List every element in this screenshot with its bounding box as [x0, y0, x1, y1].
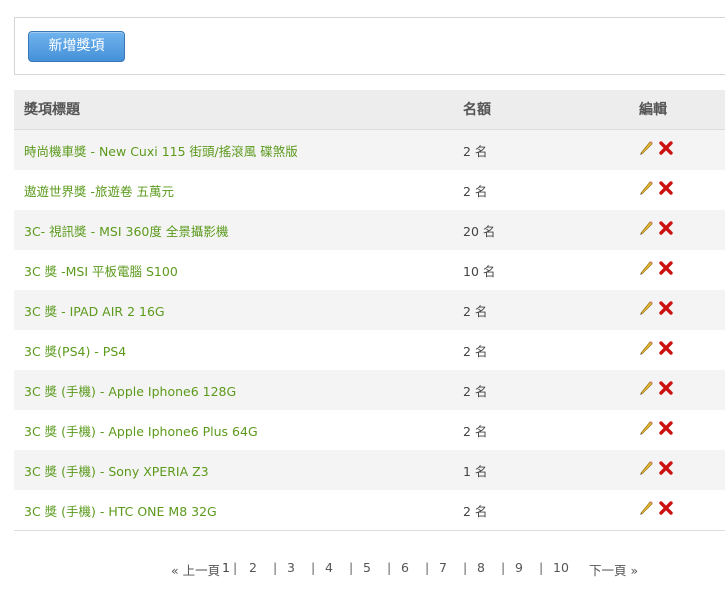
delete-x-icon[interactable]: [658, 420, 674, 436]
prize-title-cell: 3C 獎 (手機) - HTC ONE M8 32G: [24, 490, 217, 534]
delete-x-icon[interactable]: [658, 220, 674, 236]
pencil-icon[interactable]: [638, 180, 654, 196]
pencil-icon[interactable]: [638, 220, 654, 236]
page-link-2[interactable]: 2: [249, 560, 257, 575]
prize-title-cell: 3C 獎(PS4) - PS4: [24, 330, 126, 374]
prize-title-link[interactable]: 3C 獎 (手機) - HTC ONE M8 32G: [24, 504, 217, 519]
prize-title-link[interactable]: 3C- 視訊獎 - MSI 360度 全景攝影機: [24, 224, 228, 239]
row-actions: [638, 300, 678, 316]
table-row: 3C- 視訊獎 - MSI 360度 全景攝影機 20 名: [14, 210, 725, 250]
current-page: 1: [222, 560, 230, 575]
table-body: 時尚機車獎 - New Cuxi 115 街頭/搖滾風 碟煞版 2 名遨遊世界獎 …: [14, 130, 725, 530]
table-row: 遨遊世界獎 -旅遊卷 五萬元 2 名: [14, 170, 725, 210]
table-row: 3C 獎 -MSI 平板電腦 S100 10 名: [14, 250, 725, 290]
row-actions: [638, 420, 678, 436]
table-row: 3C 獎 (手機) - Sony XPERIA Z3 1 名: [14, 450, 725, 490]
prize-title-cell: 3C 獎 -MSI 平板電腦 S100: [24, 250, 178, 294]
pencil-icon[interactable]: [638, 260, 654, 276]
row-actions: [638, 220, 678, 236]
prize-count: 1 名: [463, 464, 488, 479]
prize-title-cell: 3C 獎 (手機) - Sony XPERIA Z3: [24, 450, 209, 494]
page-separator: |: [501, 560, 506, 575]
page-link-5[interactable]: 5: [363, 560, 371, 575]
row-actions: [638, 180, 678, 196]
pencil-icon[interactable]: [638, 460, 654, 476]
pencil-icon[interactable]: [638, 380, 654, 396]
toolbar: 新增獎項: [14, 17, 725, 75]
header-title: 獎項標題: [24, 102, 80, 118]
table-row: 3C 獎(PS4) - PS4 2 名: [14, 330, 725, 370]
prize-count: 2 名: [463, 144, 488, 159]
page-link-9[interactable]: 9: [515, 560, 523, 575]
page-separator: |: [387, 560, 392, 575]
table-row: 3C 獎 (手機) - HTC ONE M8 32G 2 名: [14, 490, 725, 530]
page-separator: |: [233, 560, 238, 575]
pencil-icon[interactable]: [638, 300, 654, 316]
delete-x-icon[interactable]: [658, 460, 674, 476]
pencil-icon[interactable]: [638, 140, 654, 156]
prize-title-cell: 3C- 視訊獎 - MSI 360度 全景攝影機: [24, 210, 228, 254]
prize-title-link[interactable]: 3C 獎 (手機) - Apple Iphone6 128G: [24, 384, 236, 399]
table-row: 3C 獎 (手機) - Apple Iphone6 Plus 64G 2 名: [14, 410, 725, 450]
next-page-link[interactable]: 下一頁 »: [589, 560, 638, 579]
header-edit: 編輯: [639, 102, 667, 118]
page-separator: |: [273, 560, 278, 575]
prize-title-cell: 遨遊世界獎 -旅遊卷 五萬元: [24, 170, 174, 214]
delete-x-icon[interactable]: [658, 260, 674, 276]
prize-title-link[interactable]: 3C 獎(PS4) - PS4: [24, 344, 126, 359]
header-count: 名額: [463, 102, 491, 118]
pencil-icon[interactable]: [638, 500, 654, 516]
delete-x-icon[interactable]: [658, 340, 674, 356]
page-link-3[interactable]: 3: [287, 560, 295, 575]
prize-count: 10 名: [463, 264, 496, 279]
delete-x-icon[interactable]: [658, 140, 674, 156]
table-header: 獎項標題 名額 編輯: [14, 90, 725, 130]
delete-x-icon[interactable]: [658, 300, 674, 316]
row-actions: [638, 460, 678, 476]
table-row: 3C 獎 - IPAD AIR 2 16G 2 名: [14, 290, 725, 330]
prize-title-link[interactable]: 3C 獎 (手機) - Sony XPERIA Z3: [24, 464, 209, 479]
prize-title-link[interactable]: 遨遊世界獎 -旅遊卷 五萬元: [24, 184, 174, 199]
prize-title-cell: 3C 獎 (手機) - Apple Iphone6 128G: [24, 370, 236, 414]
table-row: 3C 獎 (手機) - Apple Iphone6 128G 2 名: [14, 370, 725, 410]
add-prize-button[interactable]: 新增獎項: [28, 31, 125, 62]
prize-title-link[interactable]: 時尚機車獎 - New Cuxi 115 街頭/搖滾風 碟煞版: [24, 144, 298, 159]
prize-count: 2 名: [463, 304, 488, 319]
page-link-10[interactable]: 10: [553, 560, 569, 575]
prize-count: 2 名: [463, 344, 488, 359]
prize-title-cell: 3C 獎 - IPAD AIR 2 16G: [24, 290, 165, 334]
page-separator: |: [349, 560, 354, 575]
pencil-icon[interactable]: [638, 420, 654, 436]
prize-title-cell: 3C 獎 (手機) - Apple Iphone6 Plus 64G: [24, 410, 258, 454]
prize-title-link[interactable]: 3C 獎 -MSI 平板電腦 S100: [24, 264, 178, 279]
prize-count: 2 名: [463, 184, 488, 199]
page-separator: |: [463, 560, 468, 575]
page-link-4[interactable]: 4: [325, 560, 333, 575]
prize-count: 2 名: [463, 424, 488, 439]
prize-title-cell: 時尚機車獎 - New Cuxi 115 街頭/搖滾風 碟煞版: [24, 130, 298, 174]
prize-count: 2 名: [463, 384, 488, 399]
prize-title-link[interactable]: 3C 獎 (手機) - Apple Iphone6 Plus 64G: [24, 424, 258, 439]
prize-count: 20 名: [463, 224, 496, 239]
row-actions: [638, 140, 678, 156]
prize-count: 2 名: [463, 504, 488, 519]
row-actions: [638, 340, 678, 356]
row-actions: [638, 260, 678, 276]
table-row: 時尚機車獎 - New Cuxi 115 街頭/搖滾風 碟煞版 2 名: [14, 130, 725, 170]
page-separator: |: [311, 560, 316, 575]
delete-x-icon[interactable]: [658, 500, 674, 516]
prize-title-link[interactable]: 3C 獎 - IPAD AIR 2 16G: [24, 304, 165, 319]
row-actions: [638, 380, 678, 396]
pencil-icon[interactable]: [638, 340, 654, 356]
row-actions: [638, 500, 678, 516]
page-separator: |: [539, 560, 544, 575]
page-separator: |: [425, 560, 430, 575]
delete-x-icon[interactable]: [658, 180, 674, 196]
delete-x-icon[interactable]: [658, 380, 674, 396]
prize-table: 獎項標題 名額 編輯 時尚機車獎 - New Cuxi 115 街頭/搖滾風 碟…: [14, 90, 725, 531]
page-link-7[interactable]: 7: [439, 560, 447, 575]
prev-page-link[interactable]: « 上一頁: [171, 560, 220, 579]
page-link-8[interactable]: 8: [477, 560, 485, 575]
page-link-6[interactable]: 6: [401, 560, 409, 575]
